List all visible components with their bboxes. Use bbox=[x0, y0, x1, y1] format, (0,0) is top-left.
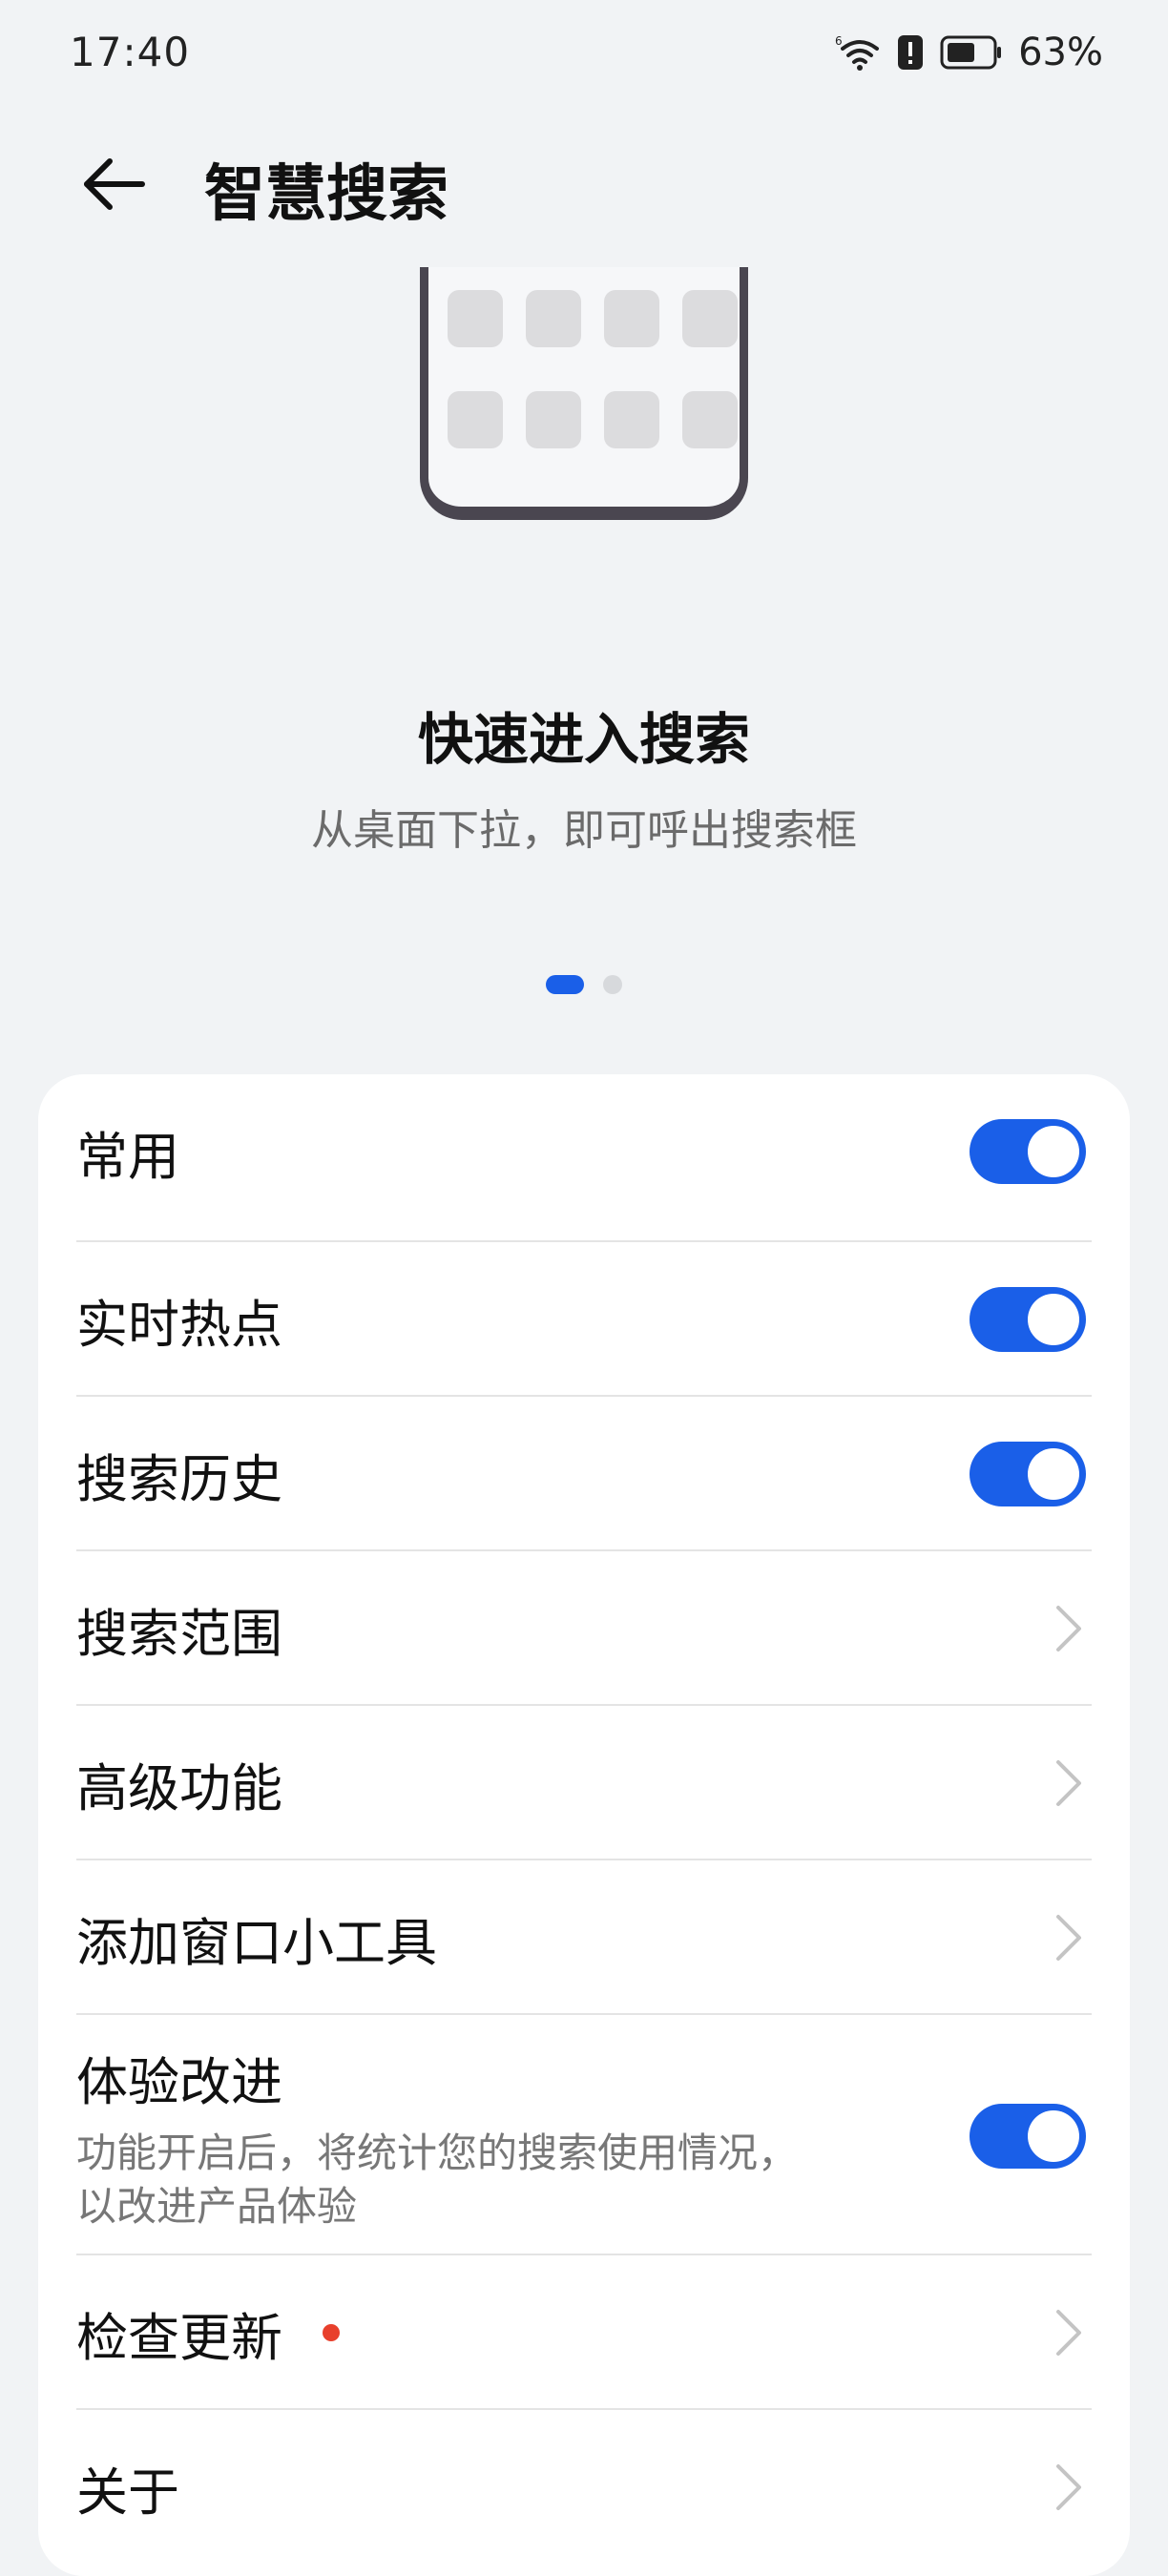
feature-subtitle: 从桌面下拉，即可呼出搜索框 bbox=[311, 806, 857, 855]
setting-text-group: 体验改进 功能开启后，将统计您的搜索使用情况， 以改进产品体验 bbox=[76, 2040, 916, 2233]
chevron-right-icon bbox=[1050, 1600, 1088, 1657]
setting-row-experience-improvement[interactable]: 体验改进 功能开启后，将统计您的搜索使用情况， 以改进产品体验 bbox=[76, 2015, 1092, 2257]
wifi-6-icon: 6 bbox=[835, 33, 881, 72]
app-bar: 智慧搜索 bbox=[0, 124, 1168, 248]
feature-illustration bbox=[0, 267, 1168, 553]
pager-dot[interactable] bbox=[603, 975, 622, 994]
back-arrow-icon bbox=[79, 156, 146, 217]
setting-description-line-1: 功能开启后，将统计您的搜索使用情况， bbox=[76, 2129, 799, 2176]
setting-label: 搜索历史 bbox=[76, 1448, 282, 1509]
battery-percent: 63% bbox=[1018, 31, 1103, 74]
back-button[interactable] bbox=[74, 148, 151, 224]
chevron-right-icon bbox=[1050, 2304, 1088, 2361]
setting-row-add-widget[interactable]: 添加窗口小工具 bbox=[76, 1860, 1092, 2015]
feature-title: 快速进入搜索 bbox=[417, 707, 750, 772]
toggle-knob bbox=[1028, 2110, 1079, 2162]
setting-label: 高级功能 bbox=[76, 1757, 282, 1818]
carousel-pager[interactable] bbox=[0, 975, 1168, 994]
status-icons: 6 63% bbox=[835, 31, 1103, 74]
toggle-knob bbox=[1028, 1448, 1079, 1500]
setting-row-advanced[interactable]: 高级功能 bbox=[76, 1706, 1092, 1860]
app-tile bbox=[526, 391, 581, 448]
setting-label: 常用 bbox=[76, 1126, 179, 1187]
toggle-knob bbox=[1028, 1294, 1079, 1345]
setting-description: 功能开启后，将统计您的搜索使用情况， 以改进产品体验 bbox=[76, 2127, 916, 2233]
common-toggle[interactable] bbox=[970, 1119, 1086, 1184]
chevron-right-icon bbox=[1050, 1755, 1088, 1812]
chevron-right-icon bbox=[1050, 2459, 1088, 2516]
setting-row-check-update[interactable]: 检查更新 bbox=[76, 2255, 1092, 2410]
status-time: 17:40 bbox=[70, 29, 191, 75]
setting-row-search-history[interactable]: 搜索历史 bbox=[76, 1397, 1092, 1551]
setting-label: 检查更新 bbox=[76, 2307, 282, 2368]
setting-label: 搜索范围 bbox=[76, 1603, 282, 1664]
app-tile bbox=[604, 290, 659, 347]
app-tile bbox=[682, 290, 738, 347]
pager-dot-active[interactable] bbox=[546, 975, 584, 994]
setting-label: 关于 bbox=[76, 2462, 179, 2523]
app-grid bbox=[448, 290, 738, 448]
alert-icon bbox=[896, 33, 925, 72]
chevron-right-icon bbox=[1050, 1909, 1088, 1966]
toggle-knob bbox=[1028, 1126, 1079, 1177]
update-badge bbox=[323, 2324, 340, 2341]
app-tile bbox=[448, 391, 503, 448]
trending-toggle[interactable] bbox=[970, 1287, 1086, 1352]
setting-label: 体验改进 bbox=[76, 2051, 282, 2112]
setting-row-search-scope[interactable]: 搜索范围 bbox=[76, 1551, 1092, 1706]
page-title: 智慧搜索 bbox=[204, 159, 448, 230]
settings-card: 常用 实时热点 搜索历史 搜索范围 高级功能 添加窗口小工具 体验改进 功能开启… bbox=[38, 1074, 1130, 2576]
svg-text:6: 6 bbox=[835, 34, 843, 48]
experience-improvement-toggle[interactable] bbox=[970, 2104, 1086, 2169]
app-tile bbox=[682, 391, 738, 448]
setting-row-about[interactable]: 关于 bbox=[76, 2410, 1092, 2565]
setting-description-line-2: 以改进产品体验 bbox=[76, 2182, 358, 2230]
status-bar: 17:40 6 63% bbox=[0, 0, 1168, 114]
phone-illustration bbox=[420, 267, 748, 520]
app-tile bbox=[526, 290, 581, 347]
setting-row-trending[interactable]: 实时热点 bbox=[76, 1242, 1092, 1397]
app-tile bbox=[448, 290, 503, 347]
setting-row-common[interactable]: 常用 bbox=[76, 1074, 1092, 1229]
app-tile bbox=[604, 391, 659, 448]
search-history-toggle[interactable] bbox=[970, 1442, 1086, 1506]
setting-label: 实时热点 bbox=[76, 1294, 282, 1355]
setting-label: 添加窗口小工具 bbox=[76, 1912, 437, 1973]
battery-icon bbox=[940, 35, 1003, 70]
